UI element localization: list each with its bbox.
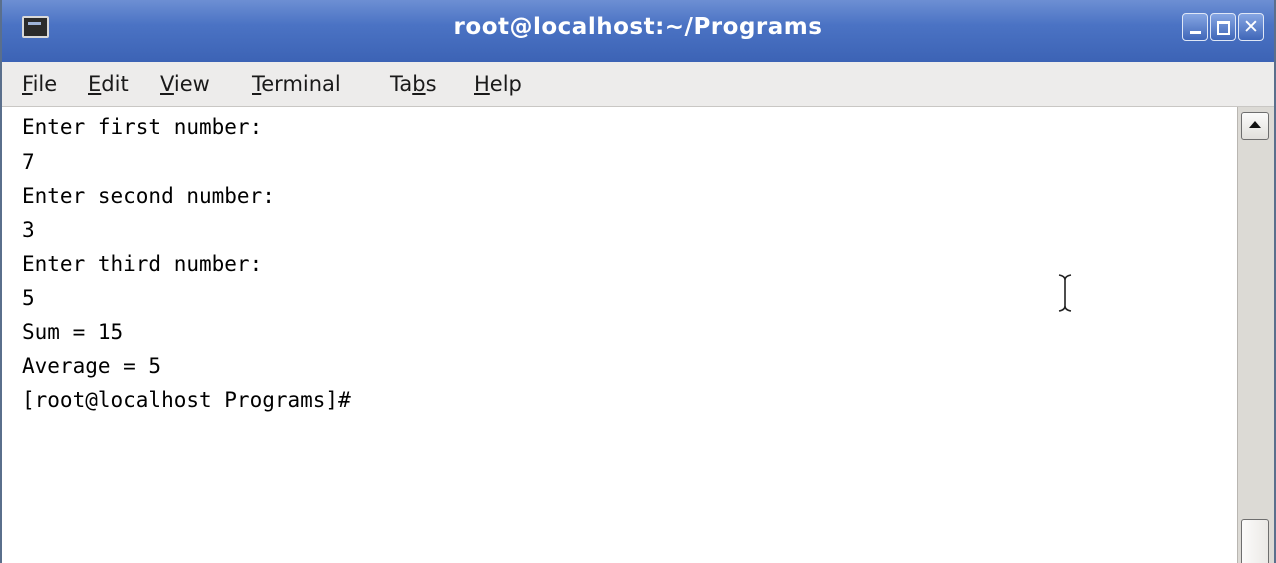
close-icon: ✕ <box>1243 16 1259 38</box>
menu-help[interactable]: Help <box>474 72 522 96</box>
menu-tabs-prefix: Ta <box>390 72 413 96</box>
menu-help-mnemonic: H <box>474 72 490 96</box>
close-button[interactable]: ✕ <box>1238 13 1264 41</box>
menu-view-mnemonic: V <box>160 72 174 96</box>
window-title: root@localhost:~/Programs <box>453 14 823 40</box>
terminal-line: Enter second number: <box>22 184 275 208</box>
menu-terminal-mnemonic: T <box>252 72 262 96</box>
menu-file[interactable]: File <box>22 72 57 96</box>
scrollbar-thumb[interactable] <box>1241 519 1269 563</box>
terminal-line: 7 <box>22 150 35 174</box>
arrow-up-icon <box>1249 121 1261 128</box>
terminal-line: Sum = 15 <box>22 320 124 344</box>
scroll-up-button[interactable] <box>1241 112 1269 140</box>
terminal-line: 5 <box>22 286 35 310</box>
terminal-line: Enter first number: <box>22 115 263 139</box>
menu-tabs[interactable]: Tabs <box>390 72 437 96</box>
terminal-output[interactable]: Enter first number: 7 Enter second numbe… <box>2 107 1236 563</box>
maximize-button[interactable] <box>1210 13 1236 41</box>
terminal-prompt: [root@localhost Programs]# <box>22 388 351 412</box>
menu-terminal[interactable]: Terminal <box>252 72 341 96</box>
menu-edit-label: dit <box>101 72 129 96</box>
text-cursor-icon <box>1058 274 1072 312</box>
menu-tabs-mnemonic: b <box>412 72 426 96</box>
menu-file-mnemonic: F <box>22 72 33 96</box>
terminal-line: Enter third number: <box>22 252 263 276</box>
menu-file-label: ile <box>32 72 58 96</box>
terminal-line: Average = 5 <box>22 354 162 378</box>
menu-tabs-label: s <box>425 72 437 96</box>
minimize-button[interactable] <box>1182 13 1208 41</box>
menu-terminal-label: erminal <box>261 72 341 96</box>
vertical-scrollbar[interactable] <box>1237 107 1274 563</box>
title-bar[interactable]: root@localhost:~/Programs ✕ <box>2 0 1274 63</box>
minimize-icon <box>1190 31 1201 34</box>
maximize-icon <box>1217 21 1230 35</box>
menu-help-label: elp <box>489 72 522 96</box>
menu-view-label: iew <box>173 72 210 96</box>
menu-bar: File Edit View Terminal Tabs Help <box>2 62 1274 107</box>
menu-view[interactable]: View <box>160 72 210 96</box>
terminal-window: root@localhost:~/Programs ✕ File Edit Vi… <box>0 0 1276 563</box>
menu-edit-mnemonic: E <box>88 72 102 96</box>
menu-edit[interactable]: Edit <box>88 72 129 96</box>
terminal-line: 3 <box>22 218 35 242</box>
